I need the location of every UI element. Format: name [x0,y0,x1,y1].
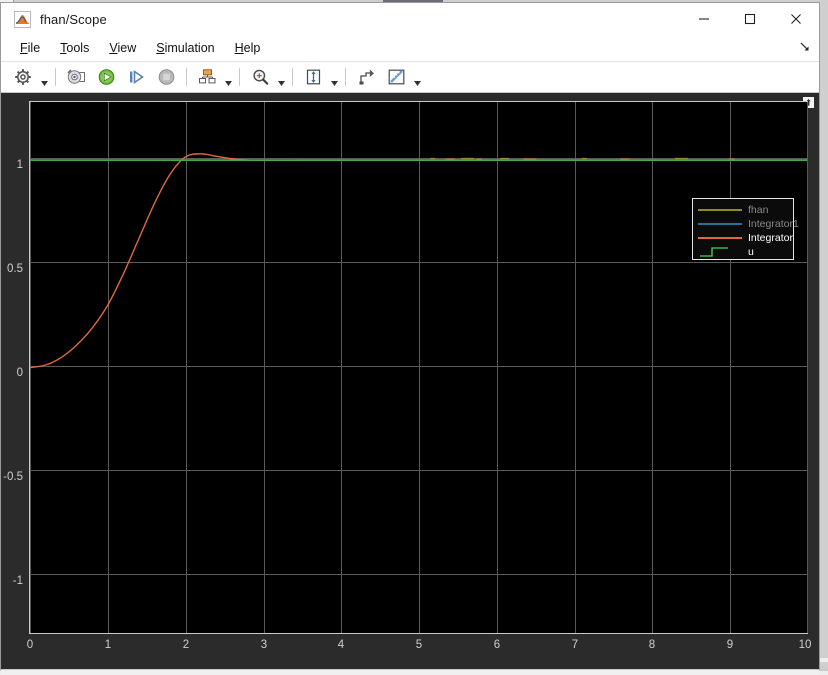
y-tick-0p5: 0.5 [7,263,23,275]
y-tick-m0p5: -0.5 [3,471,23,483]
menu-view[interactable]: View [99,38,146,58]
legend-label-integrator1: Integrator1 [748,218,799,230]
trace-integrator [30,153,807,369]
window-controls [681,3,819,35]
legend-label-integrator: Integrator [748,232,793,244]
x-tick-1: 1 [104,639,112,651]
signal-traces [30,153,807,369]
layout-icon [198,69,215,84]
chevron-down-icon [277,80,285,86]
magnifier-plus-icon [252,69,268,85]
toolbar-separator-3 [239,68,240,86]
status-bar: Ready CSDN @何取655万源所 Sample based T=10.0… [1,669,819,675]
menu-simulation[interactable]: Simulation [146,38,224,58]
step-forward-button[interactable] [121,64,151,90]
scope-window: fhan/Scope File Tools View Simulation He… [0,2,820,675]
plot-axes[interactable]: fhan Integrator1 Integrator u [29,101,808,634]
screen: fhan/Scope File Tools View Simulation He… [0,0,828,675]
chevron-down-icon [224,80,232,86]
y-axis-labels: 1 0.5 0 -0.5 -1 [1,101,27,634]
x-tick-10: 10 [798,639,812,651]
menu-simulation-label: imulation [164,41,215,55]
legend-swatch-u [698,246,742,258]
step-swatch-icon [700,247,728,257]
menu-overflow-icon[interactable] [798,40,812,54]
menu-file[interactable]: File [10,38,50,58]
autoscale-button[interactable] [298,64,328,90]
close-button[interactable] [773,3,819,35]
gear-icon [15,69,31,85]
x-tick-3: 3 [260,639,268,651]
menu-view-label: iew [117,41,137,55]
debug-run-icon [66,69,85,84]
matlab-scope-icon [14,10,31,28]
x-tick-6: 6 [493,639,501,651]
legend-entry-u[interactable]: u [698,245,788,259]
zoom-dropdown-caret[interactable] [275,62,287,93]
y-tick-1: 1 [16,159,23,171]
plot-legend[interactable]: fhan Integrator1 Integrator u [692,198,799,260]
maximize-button[interactable] [727,3,773,35]
layout-button[interactable] [192,64,222,90]
toolbar [1,62,819,93]
toolbar-separator-4 [292,68,293,86]
ruler-icon [388,69,404,85]
menu-tools[interactable]: Tools [50,38,99,58]
x-tick-0: 0 [26,639,34,651]
legend-swatch-integrator [698,232,742,244]
configuration-dropdown-caret[interactable] [38,62,50,93]
menu-file-label: ile [27,41,41,55]
title-bar: fhan/Scope [1,3,819,35]
step-forward-icon [129,69,144,85]
chevron-down-icon [330,80,338,86]
legend-swatch-integrator1 [698,218,742,230]
legend-entry-integrator1[interactable]: Integrator1 [698,217,799,231]
chevron-down-icon [413,80,421,86]
minimize-button[interactable] [681,3,727,35]
stop-button [151,64,181,90]
gridline-x-10 [807,102,808,633]
toolbar-separator-5 [345,68,346,86]
legend-swatch-fhan [698,204,742,216]
legend-entry-integrator[interactable]: Integrator [698,231,793,245]
play-icon [98,69,114,85]
x-tick-5: 5 [415,639,423,651]
run-button[interactable] [91,64,121,90]
legend-label-fhan: fhan [748,204,769,216]
x-tick-7: 7 [571,639,579,651]
x-axis-labels: 0 1 2 3 4 5 6 7 8 9 10 [26,639,812,661]
menu-help[interactable]: Help [225,38,271,58]
x-tick-2: 2 [182,639,190,651]
menu-help-label: elp [243,41,261,55]
menu-tools-label: ools [66,41,90,55]
layout-dropdown-caret[interactable] [222,62,234,93]
autoscale-icon [306,69,320,85]
y-tick-m1: -1 [12,575,23,587]
x-tick-9: 9 [726,639,734,651]
legend-label-u: u [748,246,754,258]
scope-plot-area: 1 0.5 0 -0.5 -1 fhan Integrator1 Integra… [1,93,819,669]
toolbar-separator-2 [186,68,187,86]
y-tick-0: 0 [16,367,23,379]
run-with-debug-button[interactable] [61,64,91,90]
chevron-down-icon [40,80,48,86]
window-title: fhan/Scope [40,11,107,27]
cursor-dropdown-caret[interactable] [411,62,423,93]
highlight-in-model-button[interactable] [351,64,381,90]
toolbar-separator-1 [55,68,56,86]
highlight-signal-icon [359,69,374,85]
cursor-measurements-button[interactable] [381,64,411,90]
configuration-properties-button[interactable] [8,64,38,90]
autoscale-dropdown-caret[interactable] [328,62,340,93]
menu-bar: File Tools View Simulation Help [1,35,819,62]
stop-icon [158,69,174,85]
x-tick-4: 4 [337,639,345,651]
zoom-in-button[interactable] [245,64,275,90]
legend-entry-fhan[interactable]: fhan [698,203,788,217]
x-tick-8: 8 [648,639,656,651]
